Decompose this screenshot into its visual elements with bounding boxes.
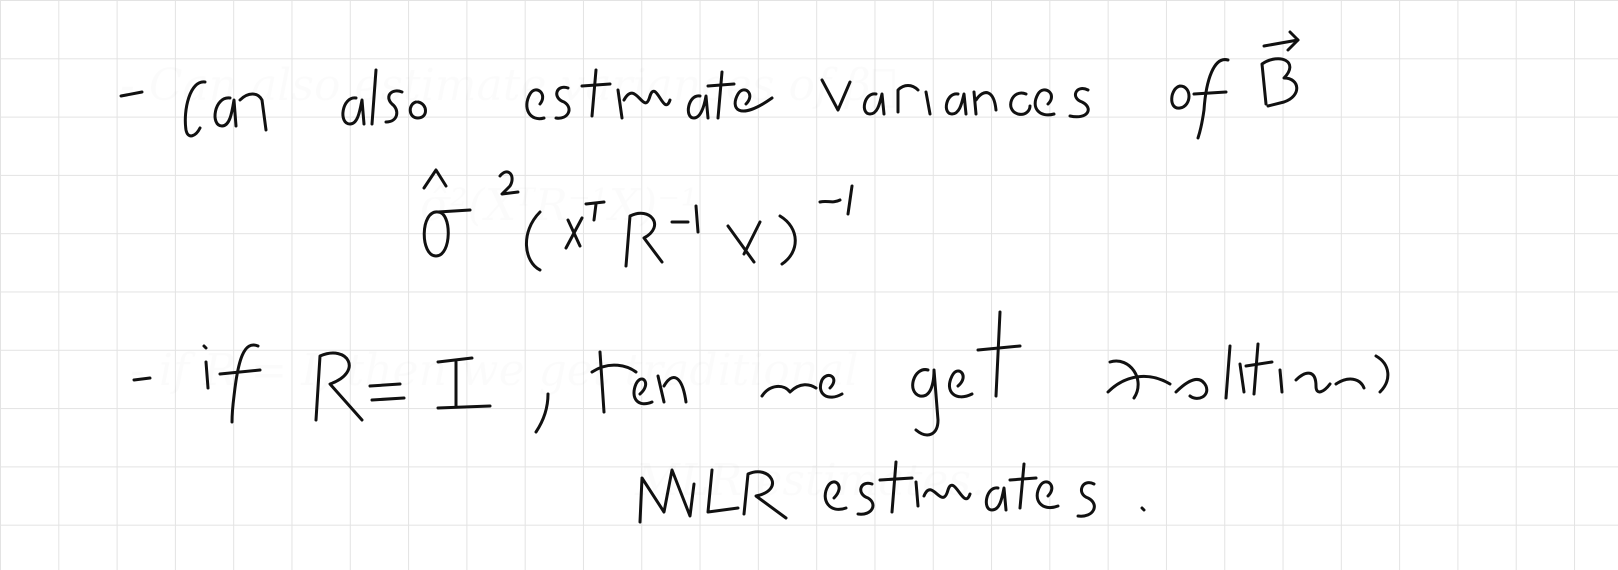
handwriting-line-3 — [132, 310, 1390, 437]
handwriting-strokes — [119, 30, 1390, 524]
handwriting-line-4 — [638, 460, 1146, 524]
handwriting-line-1 — [119, 30, 1300, 140]
handwriting-line-2-formula — [422, 168, 854, 272]
handwritten-note-page: - Can also estimate variances of β⃗ σ̂²(… — [0, 0, 1618, 570]
